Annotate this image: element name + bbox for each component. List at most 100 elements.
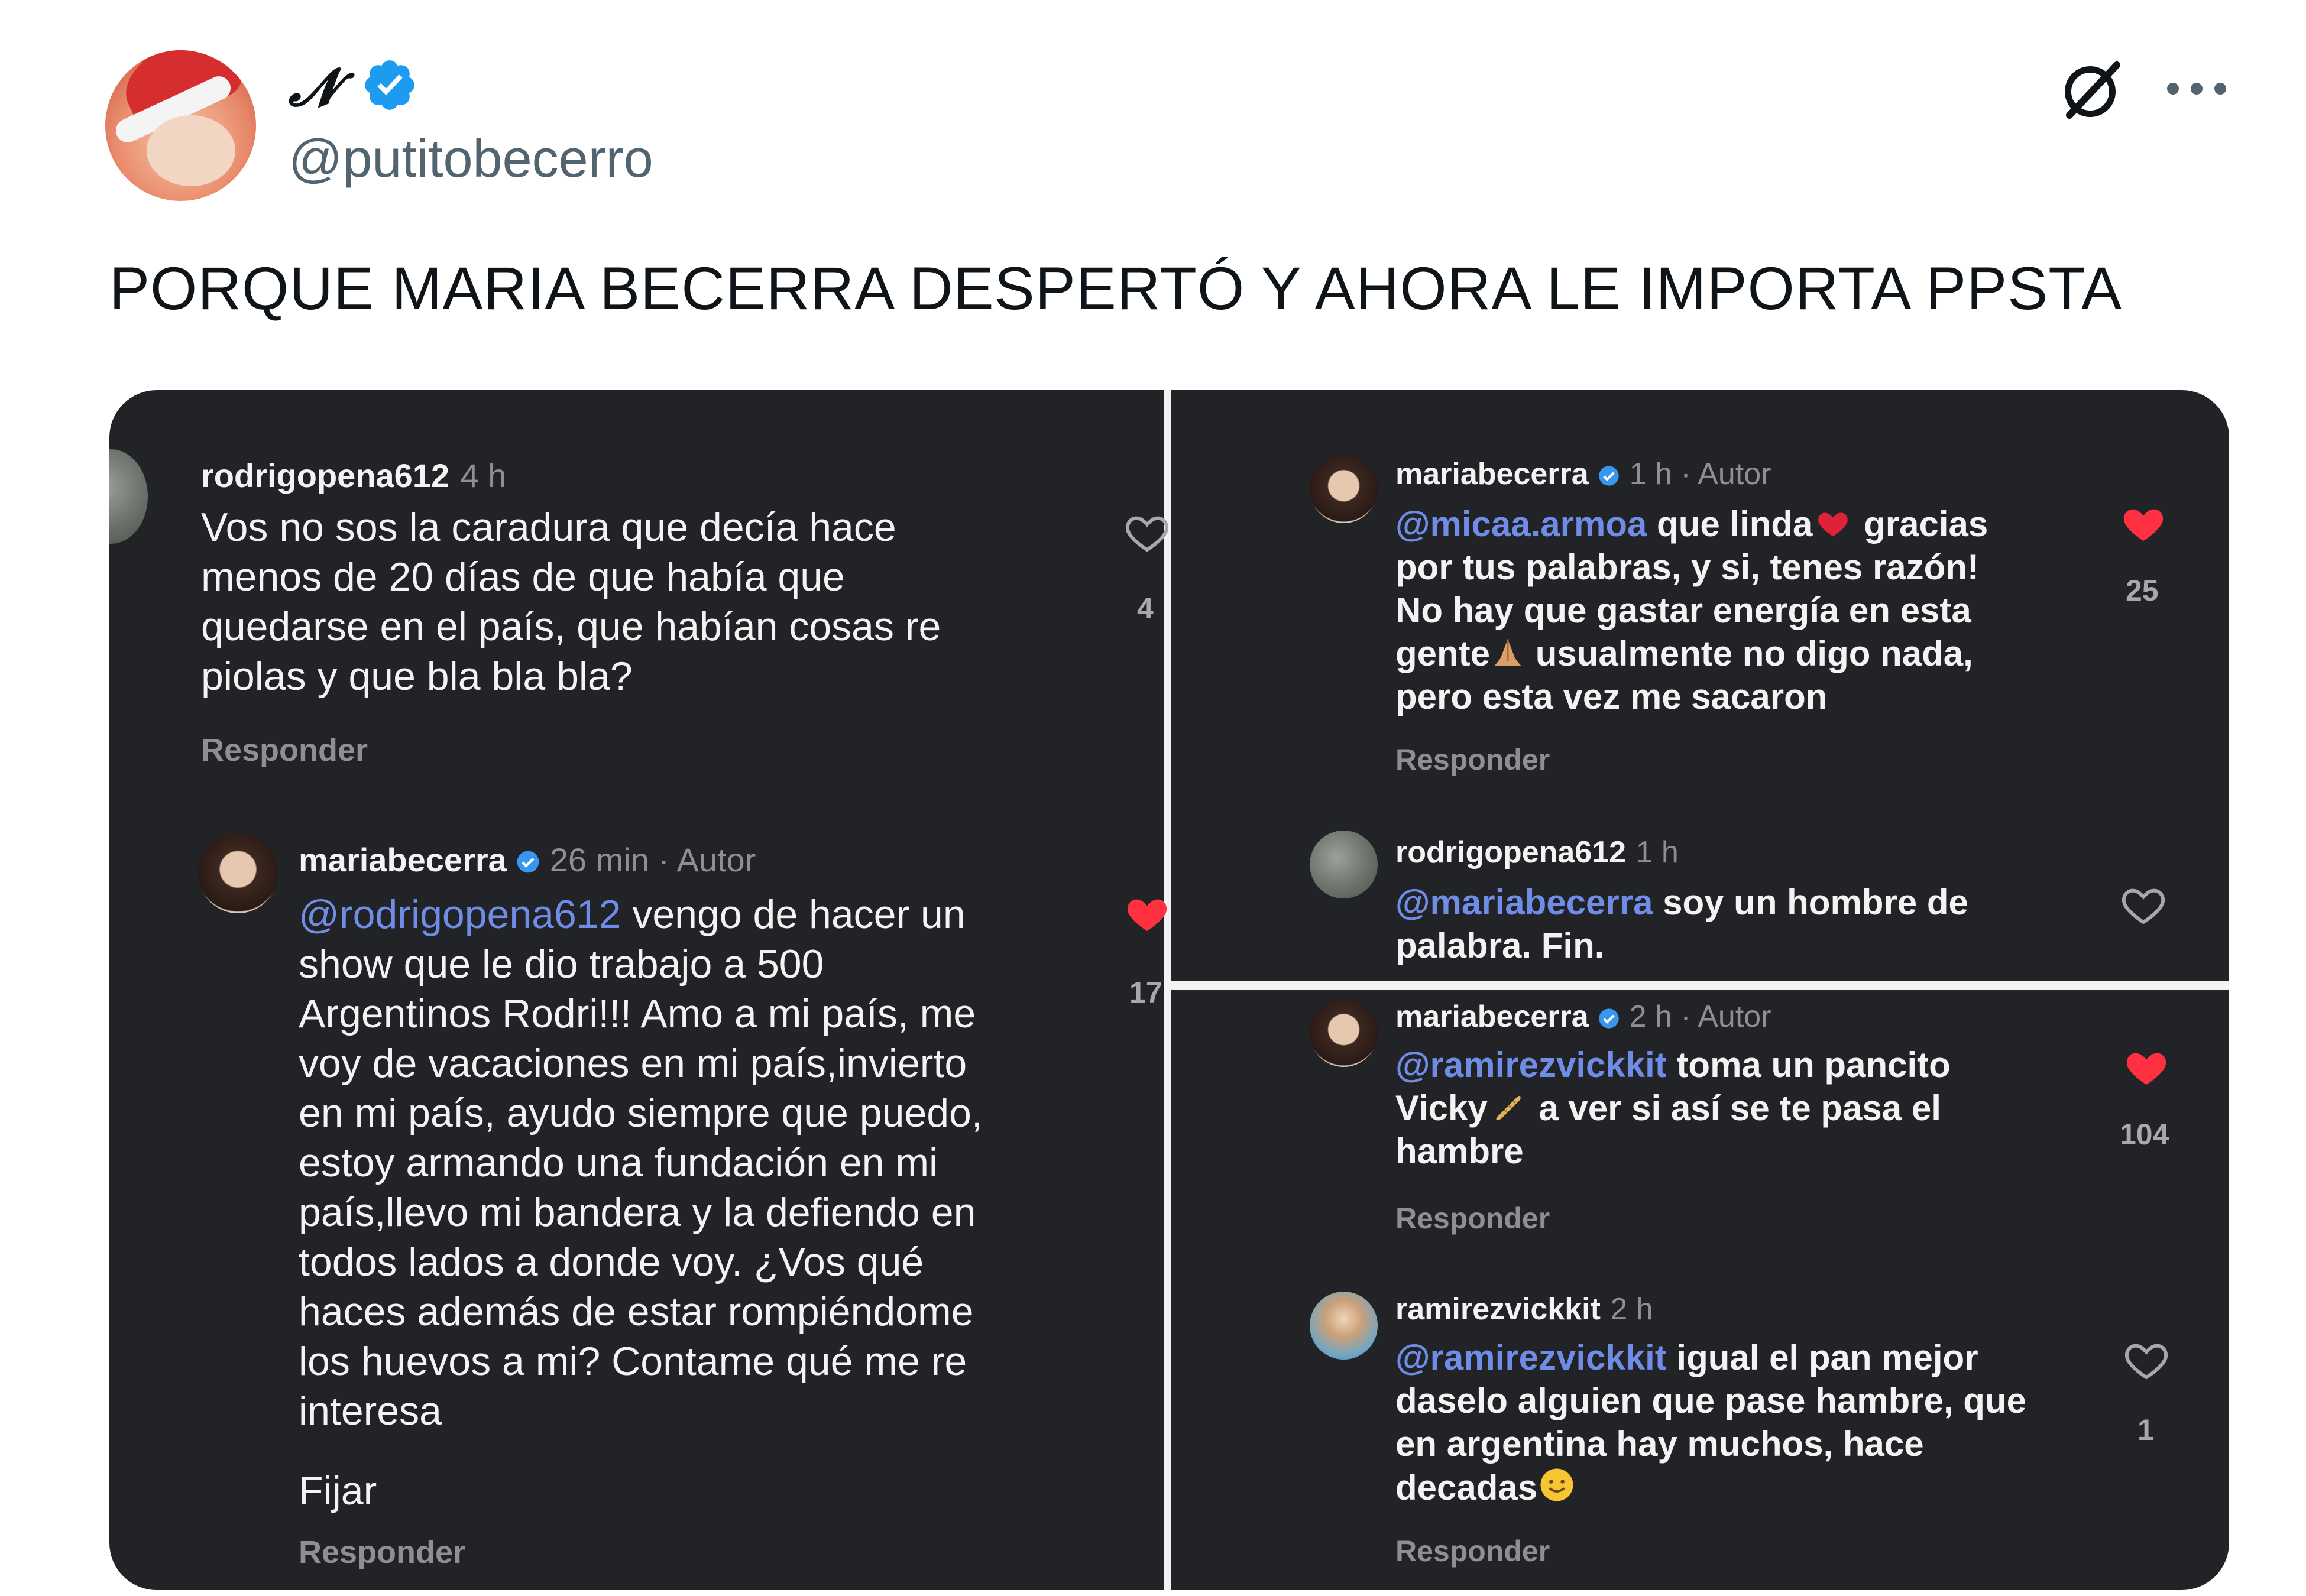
heart-icon[interactable] [1123,890,1171,937]
verified-badge-icon[interactable] [361,56,419,114]
praying-hands-emoji-icon [1494,639,1521,666]
mention-link[interactable]: @micaa.armoa [1395,504,1647,544]
heart-icon[interactable] [1123,508,1171,556]
comment-line: todos lados a donde voy. ¿Vos qué [299,1240,924,1284]
comment-username: mariabecerra [1395,457,1589,491]
commenter-avatar [1310,999,1378,1067]
comment-body: @rodrigopena612 vengo de hacer un show q… [299,890,1138,1436]
author-avatar[interactable] [105,50,256,201]
comment-line: gente usualmente no digo nada, [1395,632,2158,675]
pin-link[interactable]: Fijar [299,1466,377,1516]
commenter-avatar [198,833,278,913]
comment-line: estoy armando una fundación en mi [299,1140,938,1185]
red-heart-emoji-icon [1818,512,1848,537]
comment-line: @rodrigopena612 vengo de hacer un [299,890,1138,939]
comment-line: piolas y que bla bla bla? [201,654,633,699]
comment-header: mariabecerra 2 h · Autor [1395,999,1771,1034]
comment-line: @mariabecerra soy un hombre de [1395,881,2135,924]
comment-header: rodrigopena612 4 h [201,456,506,495]
face-graphic [147,115,235,186]
tweet-text: PORQUE MARIA BECERRA DESPERTÓ Y AHORA LE… [109,255,2123,322]
comment-text: gracias [1854,504,1988,544]
tweet-media-image[interactable]: rodrigopena612 4 h Vos no sos la caradur… [109,390,2229,1590]
heart-icon[interactable] [2123,1043,2170,1091]
reply-link[interactable]: Responder [201,732,368,768]
comment-line: @ramirezvickkit igual el pan mejor [1395,1336,2188,1379]
comment-time: 1 h · Autor [1629,457,1771,491]
comment-username: rodrigopena612 [201,457,450,494]
commenter-avatar [1310,831,1378,898]
comment-line: No hay que gastar energía en esta [1395,591,1971,630]
comment-text: toma un pancito [1666,1045,1951,1085]
comment-line: Vos no sos la caradura que decía hace [201,505,896,550]
comment-time: 4 h [460,457,507,494]
like-count: 25 [2126,574,2159,607]
like-count: 17 [1129,976,1162,1009]
comment-line: voy de vacaciones en mi país,invierto [299,1041,967,1086]
reply-link[interactable]: Responder [299,1534,465,1571]
reply-link[interactable]: Responder [1395,742,1550,777]
comment-line: decadas [1395,1465,2188,1509]
grok-icon[interactable] [2058,53,2129,124]
mention-link[interactable]: @mariabecerra [1395,883,1653,922]
commenter-avatar [1310,455,1378,523]
comment-text: soy un hombre de [1653,883,1968,922]
commenter-avatar [109,449,148,544]
comment-line: interesa [299,1389,442,1433]
comment-body: Vos no sos la caradura que decía hace me… [201,502,1118,701]
comment-line: por tus palabras, y si, tenes razón! [1395,547,1979,587]
comment-username: ramirezvickkit [1395,1292,1601,1326]
comment-header: rodrigopena612 1 h [1395,835,1679,870]
comment-header: mariabecerra 1 h · Autor [1395,456,1771,492]
comment-username: mariabecerra [1395,1000,1589,1034]
comment-time: 2 h · Autor [1629,1000,1771,1034]
comment-text: Vicky [1395,1088,1488,1128]
comment-time: 2 h [1610,1292,1653,1326]
author-handle[interactable]: @putitobecerro [289,129,653,190]
heart-icon[interactable] [2120,881,2167,928]
mention-link[interactable]: @ramirezvickkit [1395,1338,1667,1377]
like-count: 4 [1137,592,1154,625]
comment-line: en argentina hay muchos, hace [1395,1424,1924,1464]
comment-line: palabra. Fin. [1395,926,1605,965]
like-count: 104 [2120,1118,2169,1151]
comment-username: mariabecerra [299,841,507,878]
comment-line: quedarse en el país, que habían cosas re [201,604,941,649]
comment-body: @mariabecerra soy un hombre de palabra. … [1395,881,2135,967]
comment-line: los huevos a mi? Contame qué me re [299,1339,967,1384]
comment-line: @ramirezvickkit toma un pancito [1395,1043,2140,1086]
more-options-icon[interactable] [2164,80,2229,98]
comment-line: país,llevo mi bandera y la defiendo en [299,1190,976,1235]
heart-icon[interactable] [2123,1336,2170,1383]
comment-body: @ramirezvickkit igual el pan mejor dasel… [1395,1336,2188,1509]
verified-badge-icon [1599,466,1619,486]
author-display-name[interactable]: 𝓝 [289,56,338,119]
comment-line: en mi país, ayudo siempre que puedo, [299,1091,983,1136]
baguette-emoji-icon [1496,1095,1521,1120]
comment-body: @ramirezvickkit toma un pancito Vicky a … [1395,1043,2140,1173]
comment-text: que linda [1647,504,1813,544]
media-divider-horizontal [1171,981,2229,990]
comment-line: Vicky a ver si así se te pasa el [1395,1086,2140,1130]
comment-text: gente [1395,634,1491,673]
mention-link[interactable]: @ramirezvickkit [1395,1045,1667,1085]
smiling-face-emoji-icon [1540,1468,1573,1501]
comment-line: hambre [1395,1131,1524,1171]
comment-header: ramirezvickkit 2 h [1395,1292,1653,1327]
comment-text: igual el pan mejor [1666,1338,1978,1377]
comment-line: pero esta vez me sacaron [1395,677,1828,716]
comment-line: Argentinos Rodri!!! Amo a mi país, me [299,991,976,1036]
comment-line: show que le dio trabajo a 500 [299,942,824,987]
comment-username: rodrigopena612 [1395,835,1627,870]
reply-link[interactable]: Responder [1395,1534,1550,1568]
comment-line: menos de 20 días de que había que [201,554,845,599]
comment-text: vengo de hacer un [621,892,966,937]
comment-body: @micaa.armoa que linda gracias por tus p… [1395,502,2158,718]
comment-time: 26 min · Autor [549,841,756,878]
comment-line: daselo alguien que pase hambre, que [1395,1381,2026,1420]
reply-link[interactable]: Responder [1395,1201,1550,1235]
comment-time: 1 h [1635,835,1679,870]
comment-line: @micaa.armoa que linda gracias [1395,502,2158,546]
mention-link[interactable]: @rodrigopena612 [299,892,621,937]
heart-icon[interactable] [2120,499,2167,547]
